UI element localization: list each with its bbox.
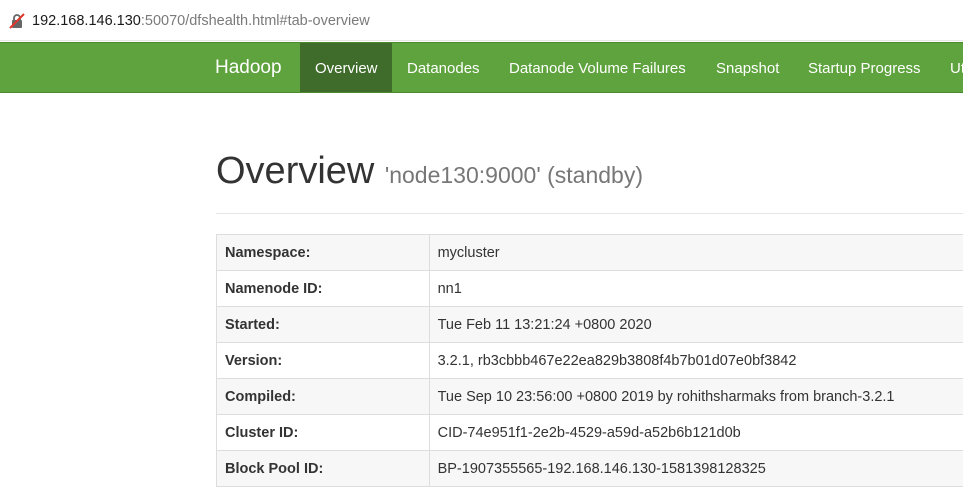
table-row: Version: 3.2.1, rb3cbbb467e22ea829b3808f… [216, 342, 963, 379]
started-label: Started: [216, 306, 430, 343]
started-value: Tue Feb 11 13:21:24 +0800 2020 [428, 306, 963, 343]
namenode-id-label: Namenode ID: [216, 270, 430, 307]
brand-link[interactable]: Hadoop [215, 43, 282, 92]
block-pool-id-label: Block Pool ID: [216, 450, 430, 487]
cluster-id-label: Cluster ID: [216, 414, 430, 451]
url-host: 192.168.146.130 [32, 13, 141, 29]
table-row: Block Pool ID: BP-1907355565-192.168.146… [216, 450, 963, 487]
table-row: Namenode ID: nn1 [216, 270, 963, 307]
top-navbar: Hadoop Overview Datanodes Datanode Volum… [0, 42, 963, 93]
url-text[interactable]: 192.168.146.130:50070/dfshealth.html#tab… [32, 12, 370, 30]
tab-snapshot[interactable]: Snapshot [701, 43, 794, 92]
namenode-id-value: nn1 [428, 270, 963, 307]
namespace-label: Namespace: [216, 234, 430, 271]
not-secure-icon[interactable] [9, 13, 25, 29]
tab-datanode-volume-failures[interactable]: Datanode Volume Failures [494, 43, 701, 92]
block-pool-id-value: BP-1907355565-192.168.146.130-1581398128… [428, 450, 963, 487]
tab-datanodes[interactable]: Datanodes [392, 43, 495, 92]
page-header: Overview 'node130:9000' (standby) [216, 150, 643, 193]
page-subtitle: 'node130:9000' (standby) [384, 162, 643, 188]
table-row: Namespace: mycluster [216, 234, 963, 271]
table-row: Started: Tue Feb 11 13:21:24 +0800 2020 [216, 306, 963, 343]
table-row: Compiled: Tue Sep 10 23:56:00 +0800 2019… [216, 378, 963, 415]
version-label: Version: [216, 342, 430, 379]
overview-table: Namespace: mycluster Namenode ID: nn1 St… [216, 234, 963, 487]
tab-utilities[interactable]: Ut [935, 43, 963, 92]
url-path: :50070/dfshealth.html#tab-overview [140, 13, 370, 29]
page-title: Overview [216, 150, 375, 192]
address-bar[interactable]: 192.168.146.130:50070/dfshealth.html#tab… [0, 0, 963, 41]
version-value: 3.2.1, rb3cbbb467e22ea829b3808f4b7b01d07… [428, 342, 963, 379]
compiled-label: Compiled: [216, 378, 430, 415]
table-row: Cluster ID: CID-74e951f1-2e2b-4529-a59d-… [216, 414, 963, 451]
compiled-value: Tue Sep 10 23:56:00 +0800 2019 by rohith… [428, 378, 963, 415]
namespace-value: mycluster [428, 234, 963, 271]
cluster-id-value: CID-74e951f1-2e2b-4529-a59d-a52b6b121d0b [428, 414, 963, 451]
tab-overview[interactable]: Overview [300, 43, 392, 92]
tab-startup-progress[interactable]: Startup Progress [793, 43, 936, 92]
header-divider [216, 213, 963, 214]
